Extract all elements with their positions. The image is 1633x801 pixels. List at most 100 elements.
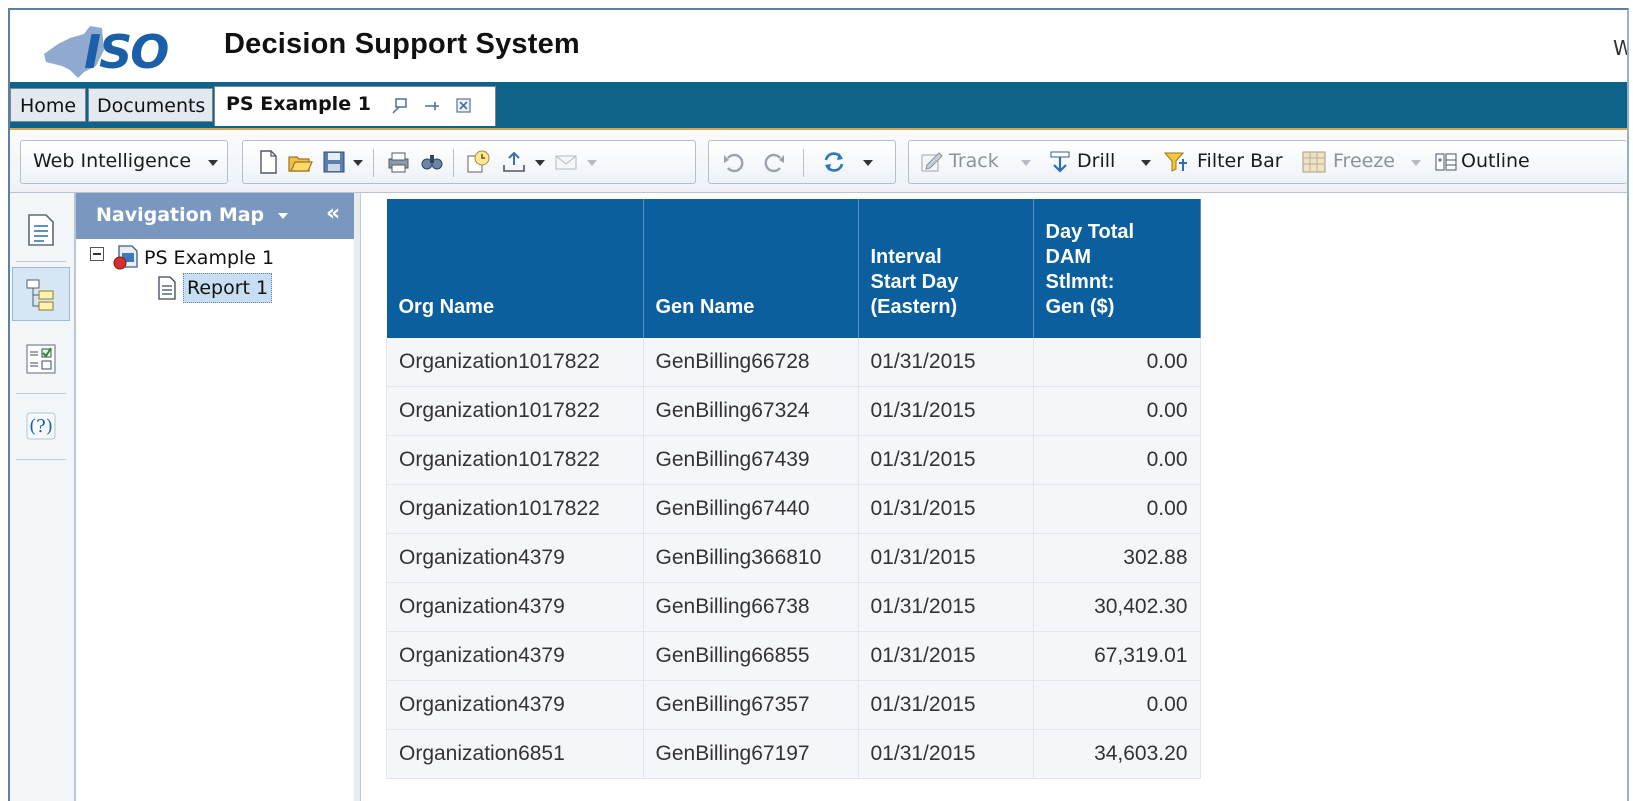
refresh-options-caret[interactable] [863, 160, 873, 166]
report-canvas: Org Name Gen Name Interval Start Day (Ea… [362, 193, 1627, 801]
day-total-cell: 0.00 [1033, 435, 1201, 485]
input-controls-icon [26, 344, 56, 374]
chevron-down-icon[interactable] [278, 213, 288, 219]
navigation-map-panel: Navigation Map « PS Example 1 Report 1 [76, 193, 356, 801]
interval-start-day-cell: 01/31/2015 [858, 386, 1034, 436]
org-name-cell: Organization1017822 [386, 386, 644, 436]
tree-collapse-toggle[interactable] [90, 247, 104, 261]
table-row[interactable]: Organization1017822 GenBilling67324 01/31/… [386, 386, 1201, 436]
tree-document-label[interactable]: PS Example 1 [144, 247, 274, 269]
track-options-caret [1021, 160, 1031, 166]
column-header-org-name[interactable]: Org Name [386, 199, 644, 338]
panel-splitter[interactable] [354, 193, 361, 801]
table-row[interactable]: Organization6851 GenBilling67197 01/31/201… [386, 729, 1201, 779]
email-icon [555, 155, 577, 170]
find-icon[interactable] [419, 149, 445, 175]
outline-label[interactable]: Outline [1461, 150, 1530, 172]
tab-ps-example-1[interactable]: PS Example 1 [214, 86, 496, 126]
table-row[interactable]: Organization4379 GenBilling66855 01/31/201… [386, 631, 1201, 681]
undo-icon [724, 153, 744, 173]
table-row[interactable]: Organization1017822 GenBilling66728 01/31/… [386, 338, 1201, 387]
help-button[interactable]: (?) [12, 399, 70, 453]
application-window: ISO Decision Support System W Home Docum… [8, 8, 1629, 801]
day-total-cell: 0.00 [1033, 386, 1201, 436]
refresh-icon[interactable] [821, 149, 847, 175]
redo-icon [764, 153, 784, 173]
pin-tab-icon[interactable] [423, 97, 441, 115]
help-icon: (?) [26, 412, 56, 440]
tree-report-label: Report 1 [187, 277, 269, 299]
filter-bar-label[interactable]: Filter Bar [1197, 150, 1283, 172]
table-row[interactable]: Organization4379 GenBilling66738 01/31/201… [386, 582, 1201, 632]
track-label: Track [949, 150, 999, 172]
main-toolbar: Web Intelligence Track Drill Filter Bar … [10, 130, 1627, 193]
outline-icon[interactable] [1433, 149, 1459, 175]
gen-name-cell: GenBilling67440 [643, 484, 859, 534]
freeze-icon [1302, 151, 1326, 173]
org-name-cell: Organization1017822 [386, 484, 644, 534]
gen-name-cell: GenBilling66728 [643, 338, 859, 387]
org-name-cell: Organization1017822 [386, 338, 644, 387]
maximize-tab-icon[interactable] [391, 97, 409, 115]
navigation-map-title: Navigation Map [96, 204, 265, 226]
day-total-cell: 302.88 [1033, 533, 1201, 583]
interval-start-day-cell: 01/31/2015 [858, 435, 1034, 485]
interval-start-day-cell: 01/31/2015 [858, 338, 1034, 387]
close-tab-icon[interactable] [455, 97, 473, 115]
interval-start-day-cell: 01/31/2015 [858, 533, 1034, 583]
drill-options-caret[interactable] [1141, 160, 1151, 166]
svg-text:ISO: ISO [84, 25, 168, 78]
day-total-cell: 34,603.20 [1033, 729, 1201, 779]
table-row[interactable]: Organization4379 GenBilling366810 01/31/20… [386, 533, 1201, 583]
app-header: ISO Decision Support System W [10, 10, 1627, 82]
side-panel-rail: (?) [10, 193, 76, 801]
tab-documents[interactable]: Documents [88, 88, 213, 122]
input-controls-button[interactable] [12, 333, 70, 387]
document-summary-icon [28, 214, 54, 246]
navigation-map-icon [26, 279, 54, 311]
drill-label[interactable]: Drill [1077, 150, 1115, 172]
column-header-gen-name[interactable]: Gen Name [643, 199, 859, 338]
drill-icon[interactable] [1047, 149, 1073, 175]
chevron-down-icon [208, 160, 218, 166]
org-name-cell: Organization4379 [386, 631, 644, 681]
tab-label: PS Example 1 [226, 93, 371, 115]
report-table: Org Name Gen Name Interval Start Day (Ea… [386, 199, 1201, 779]
save-options-caret[interactable] [353, 160, 363, 166]
filter-bar-icon[interactable] [1163, 149, 1189, 175]
interval-start-day-cell: 01/31/2015 [858, 582, 1034, 632]
user-greeting: W [1613, 36, 1627, 60]
export-icon[interactable] [501, 149, 527, 175]
track-icon [921, 152, 943, 172]
save-icon[interactable] [321, 149, 347, 175]
app-title: Decision Support System [224, 28, 580, 60]
org-name-cell: Organization1017822 [386, 435, 644, 485]
day-total-cell: 0.00 [1033, 484, 1201, 534]
table-row[interactable]: Organization1017822 GenBilling67440 01/31/… [386, 484, 1201, 534]
org-name-cell: Organization4379 [386, 533, 644, 583]
table-row[interactable]: Organization1017822 GenBilling67439 01/31/… [386, 435, 1201, 485]
collapse-panel-icon[interactable]: « [326, 201, 340, 226]
new-document-icon[interactable] [255, 149, 281, 175]
export-options-caret[interactable] [535, 160, 545, 166]
document-icon [113, 245, 138, 270]
file-toolbar-group [242, 140, 696, 184]
svg-text:(?): (?) [29, 416, 53, 437]
interval-start-day-cell: 01/31/2015 [858, 484, 1034, 534]
column-header-interval-start-day[interactable]: Interval Start Day (Eastern) [858, 199, 1034, 338]
table-row[interactable]: Organization4379 GenBilling67357 01/31/201… [386, 680, 1201, 730]
analysis-toolbar-group: Track Drill Filter Bar Freeze Outline [908, 140, 1627, 184]
open-folder-icon[interactable] [287, 149, 313, 175]
interval-start-day-cell: 01/31/2015 [858, 631, 1034, 681]
gen-name-cell: GenBilling67357 [643, 680, 859, 730]
column-header-day-total-dam[interactable]: Day Total DAM Stlmnt: Gen ($) [1033, 199, 1201, 338]
document-summary-button[interactable] [12, 203, 70, 257]
navigation-map-button[interactable] [12, 267, 70, 321]
tree-report-item[interactable]: Report 1 [183, 273, 273, 303]
web-intelligence-menu[interactable]: Web Intelligence [20, 140, 228, 184]
print-icon[interactable] [385, 149, 411, 175]
tab-home[interactable]: Home [10, 88, 86, 122]
org-name-cell: Organization4379 [386, 680, 644, 730]
email-options-caret [587, 160, 597, 166]
schedule-icon[interactable] [465, 149, 491, 175]
